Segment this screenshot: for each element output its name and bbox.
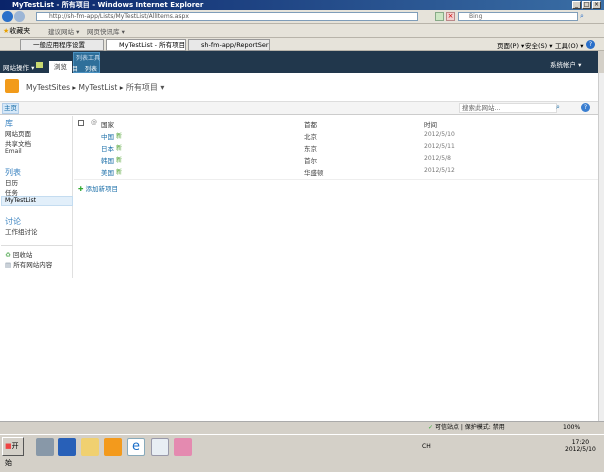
column-header-capital[interactable]: 首都 (304, 119, 317, 129)
sidebar-item-email[interactable]: Email (5, 148, 22, 155)
server-manager-icon[interactable] (36, 438, 54, 456)
tools-icon[interactable] (104, 438, 122, 456)
edit-page-icon[interactable] (36, 62, 43, 68)
country-cell[interactable]: 中国 (101, 131, 114, 141)
internet-explorer-icon[interactable]: e (127, 438, 145, 456)
site-logo-icon (5, 79, 19, 93)
site-actions-menu[interactable]: 网站操作 ▾ (3, 62, 34, 72)
new-badge: 新 (116, 169, 123, 176)
country-cell[interactable]: 日本 (101, 143, 114, 153)
windows-logo-icon: ■ (5, 442, 12, 450)
tab-reportserver[interactable]: sh-fm-app/ReportServe... (188, 39, 270, 51)
column-header-country[interactable]: 国家 (101, 119, 114, 129)
zone-status: ✓ 可信站点 | 保护模式: 禁用 (428, 424, 505, 431)
capital-cell: 华盛顿 (304, 169, 324, 177)
tab-items[interactable]: 项目 (66, 64, 78, 73)
back-icon[interactable] (2, 11, 13, 22)
document-icon: ▤ (5, 261, 12, 269)
paint-icon[interactable] (174, 438, 192, 456)
tab-list[interactable]: 列表 (85, 64, 97, 73)
search-icon[interactable]: ⌕ (580, 12, 589, 21)
capital-cell: 东京 (304, 145, 317, 153)
country-cell[interactable]: 韩国 (101, 155, 114, 165)
vertical-scrollbar[interactable] (598, 73, 604, 421)
new-badge: 新 (116, 145, 123, 152)
safety-menu[interactable]: 安全(S) ▾ (525, 40, 553, 50)
sidebar-item-site-pages[interactable]: 网站页面 (5, 128, 31, 138)
tab-general-settings[interactable]: 一般应用程序设置 (20, 39, 104, 51)
status-bar: ✓ 可信站点 | 保护模式: 禁用 100% (0, 421, 604, 433)
search-input[interactable]: Bing (458, 12, 578, 21)
close-button[interactable]: × (592, 1, 601, 9)
search-icon[interactable]: ⌕ (556, 103, 560, 112)
column-header-time[interactable]: 时间 (424, 119, 437, 129)
address-input[interactable]: http://sh-fm-app/Lists/MyTestList/AllIte… (36, 12, 418, 21)
capital-cell: 首尔 (304, 157, 317, 165)
select-all-checkbox[interactable] (78, 120, 84, 126)
recycle-bin-icon: ♻ (5, 251, 11, 259)
new-badge: 新 (116, 157, 123, 164)
breadcrumb-list[interactable]: MyTestList (79, 83, 118, 92)
language-indicator[interactable]: CH (422, 443, 431, 450)
date-cell: 2012/5/12 (424, 167, 455, 174)
title-bar: MyTestList - 所有项目 - Windows Internet Exp… (0, 0, 604, 10)
zoom-level[interactable]: 100% (563, 422, 580, 434)
refresh-icon[interactable] (435, 12, 444, 21)
sidebar-item-mytestlist[interactable]: MyTestList (5, 197, 36, 204)
tab-mytestlist[interactable]: MyTestList - 所有项目 (106, 39, 186, 51)
site-search-input[interactable]: 搜索此网站... (459, 103, 557, 113)
sidebar-item-shared-docs[interactable]: 共享文档 (5, 138, 31, 148)
date-cell: 2012/5/8 (424, 155, 451, 162)
country-cell[interactable]: 美国 (101, 167, 114, 177)
minimize-button[interactable]: _ (572, 1, 581, 9)
maximize-button[interactable]: □ (582, 1, 591, 9)
check-icon: ✓ (428, 424, 434, 431)
view-selector[interactable]: 所有项目 ▾ (126, 83, 165, 92)
new-badge: 新 (116, 133, 123, 140)
sidebar-item-team-discussion[interactable]: 工作组讨论 (5, 226, 38, 236)
date-cell: 2012/5/10 (424, 131, 455, 138)
attachment-icon: @ (91, 119, 97, 126)
user-menu[interactable]: 系统帐户 ▾ (550, 59, 581, 69)
stop-icon[interactable]: × (446, 12, 455, 21)
plus-icon: ✚ (78, 185, 84, 193)
add-new-item-link[interactable]: ✚ 添加新项目 (78, 183, 118, 193)
sidebar-item-calendar[interactable]: 日历 (5, 177, 18, 187)
tools-menu[interactable]: 工具(O) ▾ (555, 40, 584, 50)
page-menu[interactable]: 页面(P) ▾ (497, 40, 524, 50)
help-icon[interactable]: ? (586, 40, 595, 49)
capital-cell: 北京 (304, 133, 317, 141)
all-site-content-link[interactable]: ▤ 所有网站内容 (5, 259, 52, 269)
breadcrumb: MyTestSites ▸ MyTestList ▸ 所有项目 ▾ (26, 83, 165, 92)
suggested-sites[interactable]: 建议网站 ▾ (48, 26, 79, 36)
breadcrumb-site[interactable]: MyTestSites (26, 83, 70, 92)
forward-icon[interactable] (14, 11, 25, 22)
help-icon[interactable]: ? (581, 103, 590, 112)
recycle-bin-link[interactable]: ♻ 回收站 (5, 249, 32, 259)
powershell-icon[interactable] (58, 438, 76, 456)
explorer-icon[interactable] (81, 438, 99, 456)
report-icon[interactable] (151, 438, 169, 456)
clock[interactable]: 17:20 2012/5/10 (565, 439, 596, 453)
favorites-button[interactable]: ★收藏夹 (3, 26, 30, 36)
start-button[interactable]: ■开始 (2, 437, 24, 467)
date-cell: 2012/5/11 (424, 143, 455, 150)
list-tools-label: 列表工具 (76, 55, 101, 62)
nav-home[interactable]: 主页 (2, 103, 19, 114)
web-slice-gallery[interactable]: 网页快讯库 ▾ (87, 26, 125, 36)
